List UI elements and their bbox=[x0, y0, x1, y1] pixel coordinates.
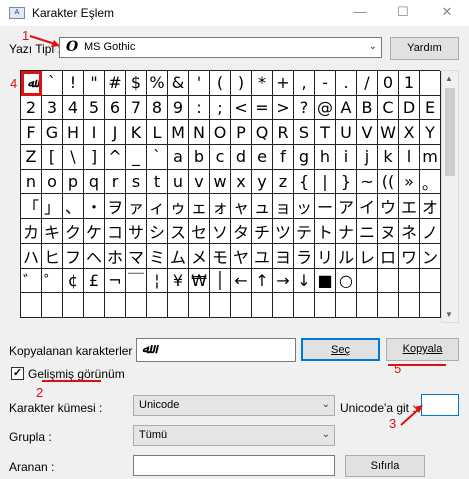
annotation-overlay bbox=[29, 35, 446, 426]
